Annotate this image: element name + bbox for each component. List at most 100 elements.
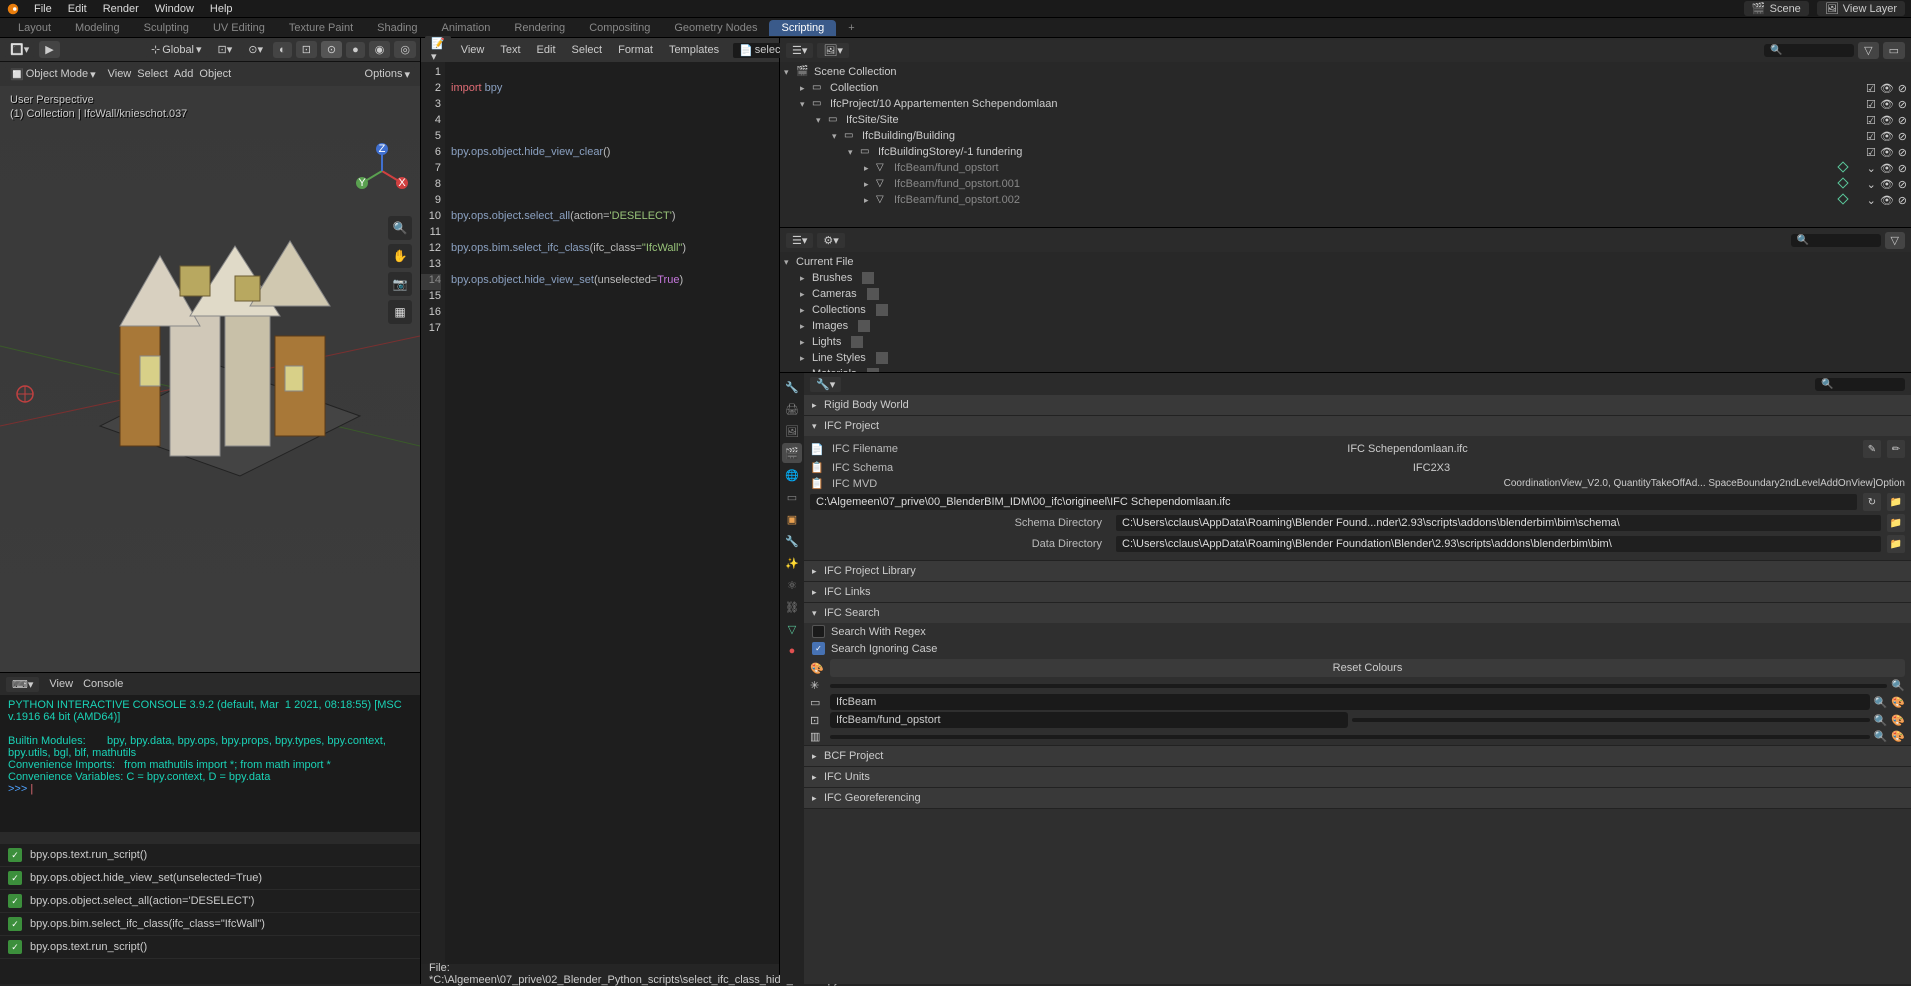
eye-icon[interactable]: 👁 — [1880, 130, 1894, 143]
prop-tab-scene[interactable]: 🎬 — [782, 443, 802, 463]
disable-icon[interactable]: ⊘ — [1898, 162, 1907, 175]
pivot-dropdown[interactable]: ⊙▾ — [242, 42, 269, 57]
viewport-3d[interactable]: User Perspective (1) Collection | IfcWal… — [0, 86, 420, 672]
prop-tab-collection[interactable]: ▭ — [782, 487, 802, 507]
tab-geometry-nodes[interactable]: Geometry Nodes — [662, 20, 769, 36]
log-entry[interactable]: ✓bpy.ops.bim.select_ifc_class(ifc_class=… — [0, 913, 420, 936]
tab-compositing[interactable]: Compositing — [577, 20, 662, 36]
prop-tab-render[interactable]: 🔧 — [782, 377, 802, 397]
disclosure-icon[interactable]: ▸ — [800, 83, 812, 94]
outliner-filter-icon[interactable]: ▽ — [1858, 42, 1878, 59]
console-editor-type-dropdown[interactable]: ⌨▾ — [6, 677, 39, 692]
prop-tab-object[interactable]: ▣ — [782, 509, 802, 529]
excl-checkbox-icon[interactable]: ☑ — [1866, 130, 1876, 143]
eye-icon[interactable]: 👁 — [1880, 114, 1894, 127]
log-entry[interactable]: ✓bpy.ops.object.hide_view_set(unselected… — [0, 867, 420, 890]
search-icon[interactable]: 🔍 — [1891, 679, 1905, 692]
add-menu[interactable]: Add — [174, 68, 194, 80]
text-view-menu[interactable]: View — [455, 42, 491, 58]
panel-bcf-project[interactable]: ▸BCF Project — [804, 746, 1911, 766]
prop-tab-world[interactable]: 🌐 — [782, 465, 802, 485]
disclosure-icon[interactable]: ▸ — [800, 369, 812, 373]
folder-icon[interactable]: 📁 — [1887, 493, 1905, 511]
palette-icon[interactable]: 🎨 — [1891, 696, 1905, 709]
prop-tab-material[interactable]: ● — [782, 641, 802, 661]
outliner-editor-type-dropdown[interactable]: ☰▾ — [786, 43, 813, 58]
tab-scripting[interactable]: Scripting — [769, 20, 836, 36]
gizmo-toggle-icon[interactable]: ◐ — [273, 42, 292, 58]
excl-checkbox-icon[interactable]: ☑ — [1866, 114, 1876, 127]
outliner-new-collection-icon[interactable]: ▭ — [1883, 42, 1905, 59]
text-templates-menu[interactable]: Templates — [663, 42, 725, 58]
prop-tab-modifier[interactable]: 🔧 — [782, 531, 802, 551]
chevron-down-icon[interactable]: ⌄ — [1867, 178, 1876, 191]
text-format-menu[interactable]: Format — [612, 42, 659, 58]
category-row[interactable]: ▸Lights — [780, 334, 1911, 350]
log-entry[interactable]: ✓bpy.ops.text.run_script() — [0, 844, 420, 867]
reload-icon[interactable]: ↻ — [1863, 493, 1881, 511]
editor-type-dropdown[interactable]: 🔳▾ — [4, 42, 35, 57]
schema-dir-field[interactable]: C:\Users\cclaus\AppData\Roaming\Blender … — [1116, 515, 1881, 531]
category-row[interactable]: ▸Materials — [780, 366, 1911, 372]
eye-icon[interactable]: 👁 — [1880, 194, 1894, 207]
disclosure-icon[interactable]: ▸ — [864, 163, 876, 174]
cursor-tool-icon[interactable]: ▶ — [39, 41, 59, 58]
disable-icon[interactable]: ⊘ — [1898, 194, 1907, 207]
text-edit-menu[interactable]: Edit — [531, 42, 562, 58]
eye-icon[interactable]: 👁 — [1880, 178, 1894, 191]
zoom-tool-icon[interactable]: 🔍 — [388, 216, 412, 240]
console-view-menu[interactable]: View — [49, 678, 73, 690]
camera-tool-icon[interactable]: 📷 — [388, 272, 412, 296]
orientation-dropdown[interactable]: ⊹ Global ▾ — [145, 42, 208, 57]
menu-edit[interactable]: Edit — [60, 1, 95, 17]
properties-search[interactable]: 🔍 — [1815, 378, 1905, 391]
options-dropdown[interactable]: Options ▾ — [359, 67, 416, 82]
asset-search[interactable]: 🔍 — [1791, 234, 1881, 247]
view-menu[interactable]: View — [108, 68, 132, 80]
overlay-toggle-icon[interactable]: ⊡ — [296, 41, 317, 58]
panel-rigid-body[interactable]: ▸Rigid Body World — [804, 395, 1911, 415]
panel-ifc-project-library[interactable]: ▸IFC Project Library — [804, 561, 1911, 581]
disable-icon[interactable]: ⊘ — [1898, 146, 1907, 159]
log-entry[interactable]: ✓bpy.ops.text.run_script() — [0, 936, 420, 959]
prop-tab-data[interactable]: ▽ — [782, 619, 802, 639]
tab-rendering[interactable]: Rendering — [502, 20, 577, 36]
search-icon[interactable]: 🔍 — [1874, 730, 1888, 743]
menu-window[interactable]: Window — [147, 1, 202, 17]
search-icon[interactable]: 🔍 — [1874, 714, 1888, 727]
disclosure-icon[interactable]: ▾ — [816, 115, 828, 126]
disable-icon[interactable]: ⊘ — [1898, 130, 1907, 143]
chevron-down-icon[interactable]: ⌄ — [1867, 162, 1876, 175]
search-class-field[interactable]: IfcBeam — [830, 694, 1870, 710]
excl-checkbox-icon[interactable]: ☑ — [1866, 82, 1876, 95]
prop-tab-viewlayer[interactable]: 🖼 — [782, 421, 802, 441]
disable-icon[interactable]: ⊘ — [1898, 82, 1907, 95]
search-icon[interactable]: 🔍 — [1874, 696, 1888, 709]
search-attribute-field[interactable] — [830, 684, 1887, 688]
scene-selector[interactable]: 🎬 Scene — [1744, 1, 1809, 16]
menu-help[interactable]: Help — [202, 1, 241, 17]
tab-layout[interactable]: Layout — [6, 20, 63, 36]
outliner-row[interactable]: ▸▽IfcBeam/fund_opstort⌄👁⊘ — [780, 160, 1911, 176]
text-select-menu[interactable]: Select — [566, 42, 609, 58]
disclosure-icon[interactable]: ▸ — [800, 337, 812, 348]
menu-file[interactable]: File — [26, 1, 60, 17]
prop-tab-output[interactable]: 🖨 — [782, 399, 802, 419]
disclosure-icon[interactable]: ▾ — [848, 147, 860, 158]
outliner-row[interactable]: ▸▽IfcBeam/fund_opstort.001⌄👁⊘ — [780, 176, 1911, 192]
console-console-menu[interactable]: Console — [83, 678, 123, 690]
shading-solid-icon[interactable]: ● — [346, 42, 365, 58]
prop-tab-physics[interactable]: ⚛ — [782, 575, 802, 595]
outliner-row[interactable]: ▾▭IfcBuilding/Building☑👁⊘ — [780, 128, 1911, 144]
disclosure-icon[interactable]: ▾ — [784, 257, 796, 268]
text-editor-body[interactable]: 1234567891011121314151617 import bpybpy.… — [421, 62, 779, 964]
category-row[interactable]: ▸Brushes — [780, 270, 1911, 286]
search-filter-field[interactable] — [830, 735, 1870, 739]
eye-icon[interactable]: 👁 — [1880, 162, 1894, 175]
eye-icon[interactable]: 👁 — [1880, 98, 1894, 111]
search-object-field[interactable]: IfcBeam/fund_opstort — [830, 712, 1348, 728]
panel-ifc-units[interactable]: ▸IFC Units — [804, 767, 1911, 787]
reset-colours-button[interactable]: Reset Colours — [830, 659, 1905, 677]
search-ignore-case-checkbox[interactable]: ✓Search Ignoring Case — [804, 640, 1911, 657]
pencil-icon[interactable]: ✏ — [1887, 440, 1905, 458]
